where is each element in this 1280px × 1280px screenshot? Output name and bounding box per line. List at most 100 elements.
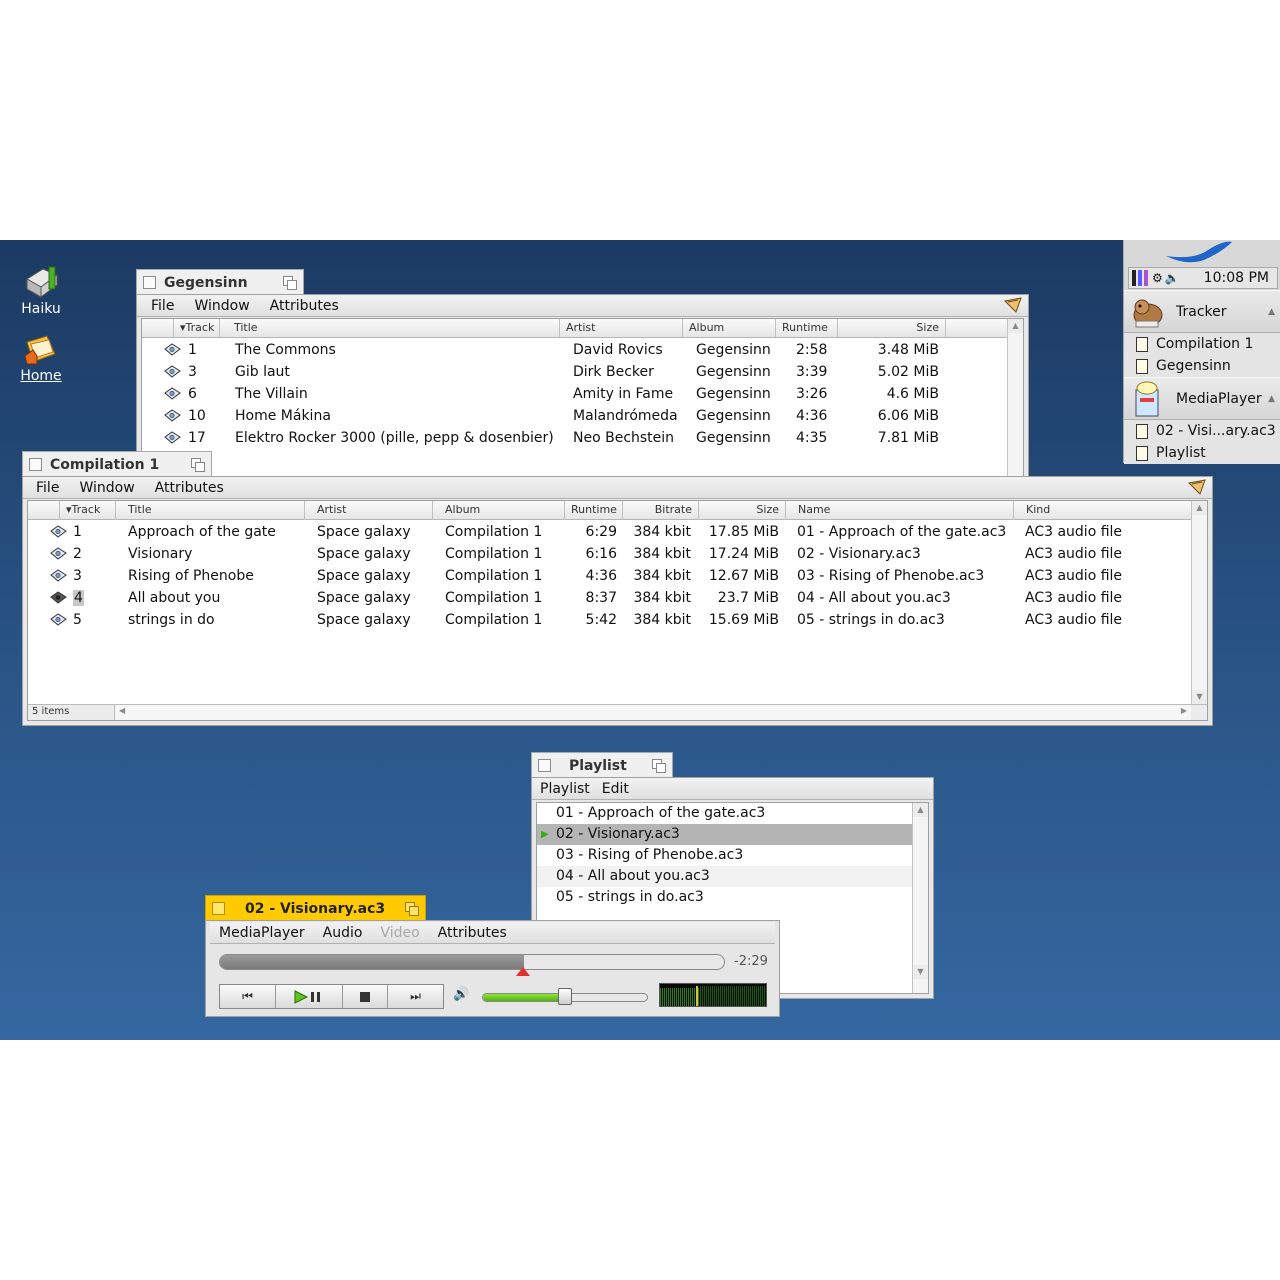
table-row[interactable]: 2 Visionary Space galaxy Compilation 1 6:16 3…: [28, 543, 1207, 565]
column-track[interactable]: ▾Track: [60, 501, 116, 520]
play-pause-button[interactable]: [276, 985, 343, 1008]
stop-icon: [360, 991, 370, 1002]
column-size[interactable]: Size: [699, 501, 786, 520]
scroll-up-icon[interactable]: ▲: [1192, 501, 1207, 515]
vertical-scrollbar[interactable]: ▲: [1007, 319, 1023, 478]
column-header: ▾Track Title Artist Album Runtime Bitrat…: [28, 501, 1191, 520]
playlist-item[interactable]: 01 - Approach of the gate.ac3: [537, 803, 912, 824]
horizontal-scrollbar[interactable]: ◀ ▶: [114, 705, 1191, 720]
process-monitor-icon[interactable]: [1132, 270, 1148, 286]
view-menu-icon[interactable]: [1003, 297, 1022, 314]
table-row[interactable]: 17 Elektro Rocker 3000 (pille, pepp & dos…: [142, 427, 1023, 449]
column-title[interactable]: Title: [228, 319, 560, 338]
table-row[interactable]: 3 Gib laut Dirk Becker Gegensinn 3:39 5.02 Mi…: [142, 361, 1023, 383]
deskbar-window-item[interactable]: Playlist: [1124, 442, 1280, 464]
cell-artist: David Rovics: [573, 342, 663, 358]
column-bitrate[interactable]: Bitrate: [623, 501, 699, 520]
table-row[interactable]: 4 All about you Space galaxy Compilation 1 8…: [28, 587, 1207, 609]
clock[interactable]: 10:08 PM: [1204, 270, 1269, 286]
list-view: ▾Track Title Artist Album Runtime Size 1…: [141, 318, 1024, 479]
table-row[interactable]: 1 Approach of the gate Space galaxy Compila…: [28, 521, 1207, 543]
cell-text: AC3 audio file: [1025, 546, 1123, 562]
collapse-arrow-icon[interactable]: ▲: [1268, 307, 1275, 317]
vertical-scrollbar[interactable]: ▲ ▼: [1191, 501, 1207, 704]
zoom-box-icon[interactable]: [405, 902, 419, 916]
deskbar-app-mediaplayer[interactable]: MediaPlayer ▲ 02 - Visi...ary.ac3 Playli…: [1124, 377, 1280, 464]
cell-text: Space galaxy: [317, 612, 411, 628]
deskbar-window-item[interactable]: 02 - Visi...ary.ac3: [1124, 420, 1280, 442]
column-kind[interactable]: Kind: [1020, 501, 1190, 520]
collapse-arrow-icon[interactable]: ▲: [1268, 394, 1275, 404]
column-name[interactable]: Name: [792, 501, 1014, 520]
scroll-up-icon[interactable]: ▲: [913, 803, 928, 817]
scroll-up-icon[interactable]: ▲: [1008, 319, 1023, 333]
playlist-item[interactable]: 04 - All about you.ac3: [537, 866, 912, 887]
seek-thumb[interactable]: [516, 967, 530, 976]
playlist-item[interactable]: 03 - Rising of Phenobe.ac3: [537, 845, 912, 866]
menu-attributes[interactable]: Attributes: [260, 298, 349, 314]
window-tab-playlist[interactable]: Playlist: [531, 752, 673, 778]
window-tab-gegensinn[interactable]: Gegensinn: [136, 269, 304, 295]
cell-runtime: 6:29: [565, 521, 617, 543]
desktop-icon-home[interactable]: Home: [11, 332, 71, 384]
column-track[interactable]: ▾Track: [174, 319, 220, 338]
network-icon[interactable]: ⚙: [1152, 271, 1163, 285]
close-box-icon[interactable]: [212, 902, 225, 915]
playlist-item[interactable]: ▶ 02 - Visionary.ac3: [537, 824, 912, 845]
menu-file[interactable]: File: [141, 298, 184, 314]
menu-attributes[interactable]: Attributes: [145, 480, 234, 496]
deskbar-app-tracker[interactable]: Tracker ▲ Compilation 1 Gegensinn: [1124, 290, 1280, 377]
cell-track: 3: [188, 364, 197, 380]
menu-file[interactable]: File: [26, 480, 69, 496]
view-menu-icon[interactable]: [1187, 479, 1206, 496]
column-album[interactable]: Album: [439, 501, 565, 520]
menu-window[interactable]: Window: [69, 480, 144, 496]
scroll-right-icon[interactable]: ▶: [1181, 706, 1187, 715]
close-box-icon[interactable]: [29, 458, 42, 471]
playlist-item[interactable]: 05 - strings in do.ac3: [537, 887, 912, 908]
column-artist[interactable]: Artist: [311, 501, 433, 520]
close-box-icon[interactable]: [143, 276, 156, 289]
deskbar-window-item[interactable]: Gegensinn: [1124, 355, 1280, 377]
cell-text: strings in do: [128, 612, 215, 628]
vertical-scrollbar[interactable]: ▲ ▼: [912, 803, 928, 993]
menu-window[interactable]: Window: [184, 298, 259, 314]
speaker-tray-icon[interactable]: 🔈: [1165, 271, 1180, 285]
close-box-icon[interactable]: [538, 759, 551, 772]
scroll-down-icon[interactable]: ▼: [913, 965, 928, 979]
deskbar-window-item[interactable]: Compilation 1: [1124, 333, 1280, 355]
column-size[interactable]: Size: [838, 319, 946, 338]
window-tab-compilation[interactable]: Compilation 1: [22, 451, 212, 477]
volume-icon[interactable]: 🔊: [453, 987, 469, 1002]
column-artist[interactable]: Artist: [560, 319, 683, 338]
menu-mediaplayer[interactable]: MediaPlayer: [210, 925, 314, 941]
cell-runtime: 4:35: [796, 430, 828, 446]
column-runtime[interactable]: Runtime: [776, 319, 838, 338]
zoom-box-icon[interactable]: [652, 759, 666, 773]
skip-back-button[interactable]: ⏮: [220, 985, 276, 1008]
table-row[interactable]: 10 Home Mákina Malandrómeda Gegensinn 4:36 6.…: [142, 405, 1023, 427]
table-row[interactable]: 6 The Villain Amity in Fame Gegensinn 3:26 4.…: [142, 383, 1023, 405]
table-row[interactable]: 1 The Commons David Rovics Gegensinn 2:58 3.4…: [142, 339, 1023, 361]
zoom-box-icon[interactable]: [191, 458, 205, 472]
zoom-box-icon[interactable]: [283, 276, 297, 290]
skip-forward-button[interactable]: ⏭: [388, 985, 443, 1008]
column-title[interactable]: Title: [122, 501, 305, 520]
column-runtime[interactable]: Runtime: [565, 501, 623, 520]
seek-slider[interactable]: [219, 954, 725, 970]
volume-thumb[interactable]: [558, 988, 572, 1005]
leaf-menu-icon[interactable]: [1164, 240, 1234, 264]
scroll-down-icon[interactable]: ▼: [1192, 690, 1207, 704]
window-tab-player[interactable]: 02 - Visionary.ac3: [205, 895, 426, 921]
desktop-icon-haiku[interactable]: Haiku: [11, 265, 71, 317]
table-row[interactable]: 5 strings in do Space galaxy Compilation 1 5…: [28, 609, 1207, 631]
menu-edit[interactable]: Edit: [596, 781, 635, 797]
menu-attributes[interactable]: Attributes: [429, 925, 516, 941]
table-row[interactable]: 3 Rising of Phenobe Space galaxy Compilatio…: [28, 565, 1207, 587]
column-album[interactable]: Album: [683, 319, 776, 338]
menu-audio[interactable]: Audio: [314, 925, 372, 941]
menu-playlist[interactable]: Playlist: [534, 781, 596, 797]
stop-button[interactable]: [343, 985, 388, 1008]
menu-bar: Playlist Edit: [532, 778, 933, 800]
scroll-left-icon[interactable]: ◀: [119, 706, 125, 715]
